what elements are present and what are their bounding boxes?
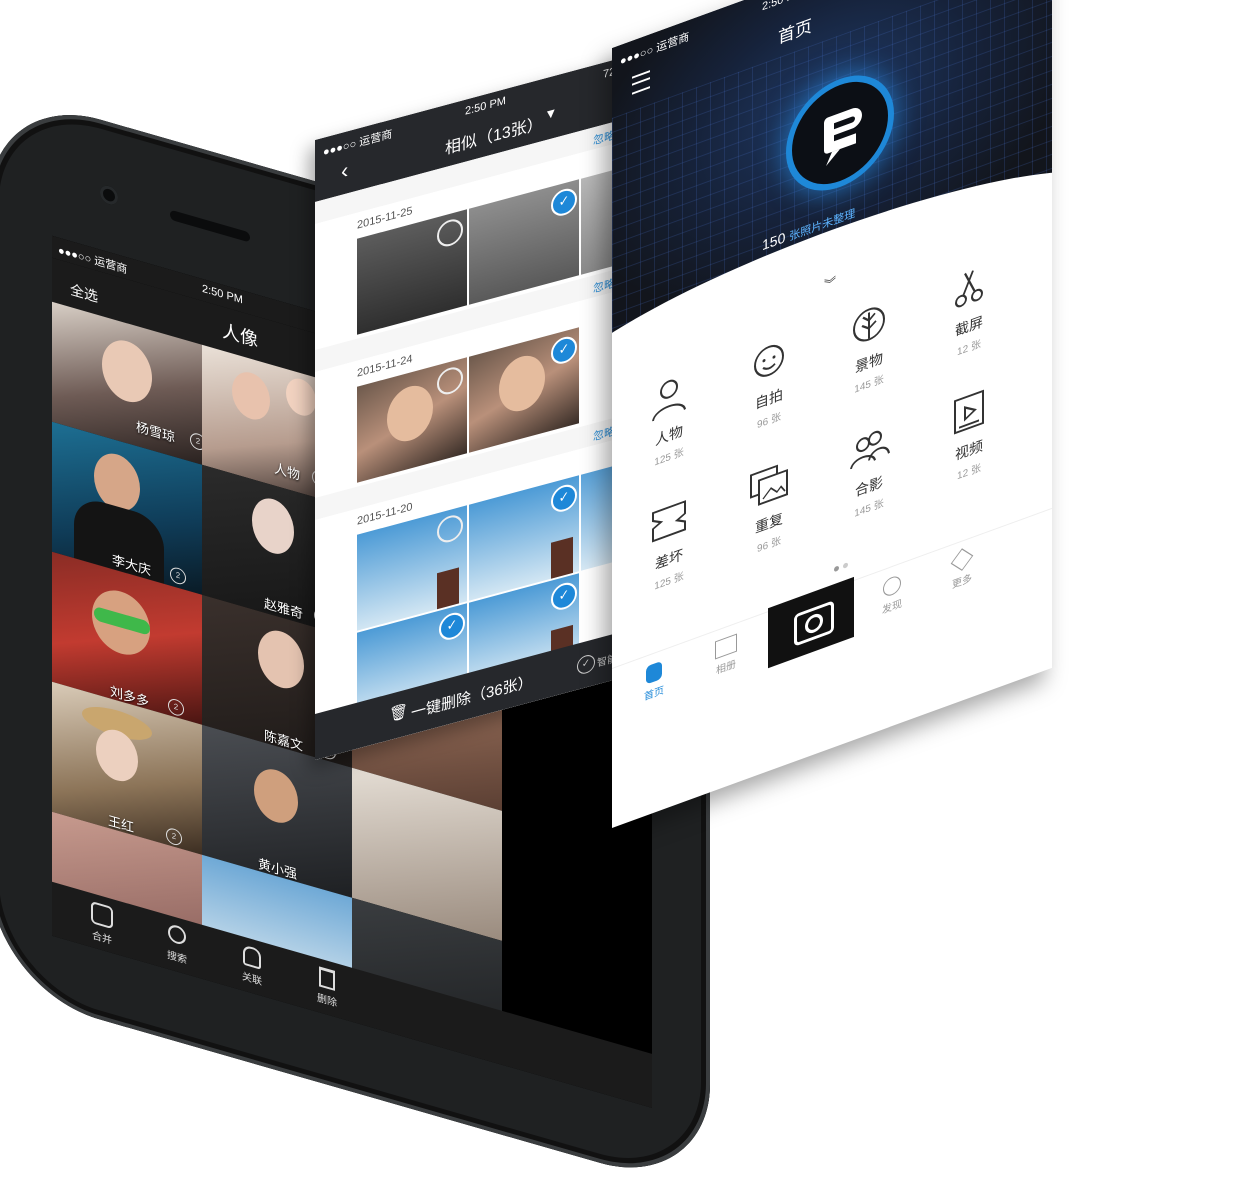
front-camera [100, 183, 118, 207]
carrier-label: ●●●○○ 运营商 [323, 128, 393, 159]
trash-icon [319, 966, 335, 991]
group-icon [850, 430, 890, 470]
select-all-button[interactable]: 全选 [70, 279, 98, 307]
clock-label: 2:50 PM [762, 0, 803, 13]
pagoda-shape [437, 567, 459, 610]
photo-count-badge: 2 [170, 565, 186, 587]
unchecked-circle-icon[interactable] [437, 364, 463, 398]
video-icon [954, 389, 984, 435]
photo-count-badge: 2 [168, 697, 184, 718]
clock-label: 2:50 PM [465, 94, 506, 118]
trash-icon: 🗑 [389, 702, 409, 725]
face-shape [286, 374, 316, 420]
check-icon[interactable]: ✓ [439, 609, 465, 643]
person-name: 人物 [274, 460, 301, 483]
category-duplicate[interactable]: 重复 96 张 [724, 446, 814, 567]
home-tab[interactable]: 首页 [624, 653, 684, 711]
caret-down-icon[interactable]: ▼ [547, 108, 555, 121]
face-shape [252, 493, 294, 560]
pagoda-shape [551, 536, 573, 579]
page-title: 首页 [778, 16, 812, 48]
home-logo-icon [646, 660, 662, 685]
merge-icon [91, 900, 113, 930]
photo-count-badge: 2 [166, 826, 182, 848]
delete-tab[interactable]: 删除 [297, 960, 357, 1015]
face-shape [387, 380, 433, 447]
search-tab-label: 搜索 [167, 949, 187, 967]
home-screen: ●●●○○ 运营商 2:50 PM 72% 首页 150 张照片未整理 ︾ 人物… [612, 0, 1052, 829]
category-group[interactable]: 合影 145 张 [824, 410, 914, 531]
person-link-icon [243, 944, 261, 970]
unchecked-circle-icon[interactable] [437, 512, 463, 546]
face-shape [232, 367, 270, 425]
check-icon[interactable]: ✓ [551, 185, 577, 219]
search-tab[interactable]: 搜索 [147, 917, 207, 972]
face-shape [258, 624, 304, 695]
smart-select-checkbox[interactable]: ✓ [577, 652, 595, 676]
discover-tab[interactable]: 发现 [862, 566, 922, 624]
face-shape [254, 763, 298, 829]
page-dot-active [834, 565, 839, 573]
page-dot [843, 562, 848, 569]
menu-icon[interactable] [632, 70, 650, 95]
merge-tab[interactable]: 合并 [72, 896, 132, 953]
link-tab[interactable]: 关联 [222, 939, 282, 994]
unchecked-circle-icon[interactable] [437, 216, 463, 250]
earpiece-speaker [170, 209, 250, 243]
check-icon[interactable]: ✓ [551, 333, 577, 367]
category-bad[interactable]: 差坏 125 张 [624, 483, 714, 604]
duplicate-icon [750, 464, 788, 506]
chevron-left-icon[interactable]: ‹ [341, 157, 348, 185]
photo-count-badge: 2 [190, 431, 202, 452]
similar-photos-screen: ●●●○○ 运营商 2:50 PM 72% ‹ 相似（13张） ▼ 忽略 201… [315, 50, 650, 761]
face-shape [102, 334, 152, 409]
face-shape [499, 350, 545, 417]
camera-button[interactable] [768, 576, 854, 669]
check-icon[interactable]: ✓ [551, 481, 577, 515]
album-tab[interactable]: 相册 [696, 627, 756, 685]
more-tab[interactable]: 更多 [932, 541, 992, 599]
carrier-label: ●●●○○ 运营商 [620, 30, 690, 69]
page-title: 人像 [222, 320, 258, 351]
broken-photo-icon [652, 500, 686, 543]
category-video[interactable]: 视频 12 张 [924, 374, 1014, 495]
person-name: 杨雪琼 [136, 418, 176, 446]
check-icon[interactable]: ✓ [551, 579, 577, 613]
more-icon [950, 548, 974, 571]
camera-icon [794, 600, 834, 647]
search-icon [168, 923, 186, 947]
